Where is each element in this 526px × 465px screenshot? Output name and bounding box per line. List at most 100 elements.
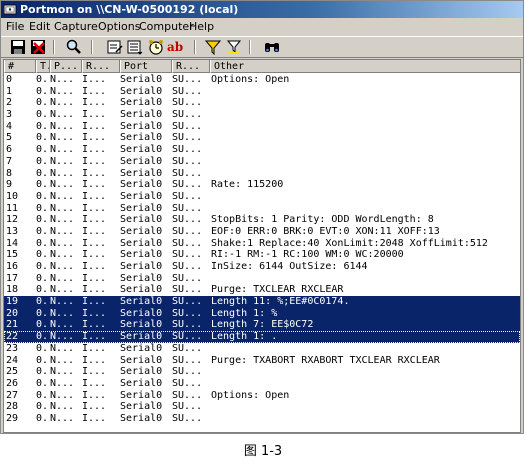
- capture-icon[interactable]: [107, 39, 123, 55]
- toolbar: ab: [1, 36, 523, 58]
- row-result: SU...: [172, 237, 203, 249]
- row-request: I...: [82, 155, 107, 167]
- table-row[interactable]: 1 0..N... I... Serial0 SU...: [4, 86, 520, 98]
- row-number: 27: [6, 389, 19, 401]
- table-row[interactable]: 12 0..N... I... Serial0 SU... StopBits: 1 Par…: [4, 214, 520, 226]
- autoscroll-icon[interactable]: [127, 39, 143, 55]
- table-row[interactable]: 9 0..N... I... Serial0 SU... Rate: 115200: [4, 179, 520, 191]
- table-row[interactable]: 8 0..N... I... Serial0 SU...: [4, 168, 520, 180]
- table-row[interactable]: 11 0..N... I... Serial0 SU...: [4, 203, 520, 215]
- ab-icon[interactable]: ab: [167, 39, 185, 55]
- capture-log-list[interactable]: # T. P... R... Port R... Other 00..N...I…: [3, 59, 521, 433]
- log-rows: 00..N...I...Serial0SU...Options: Open10.…: [4, 74, 520, 425]
- table-row[interactable]: 14 0..N... I... Serial0 SU... Shake:1 Replace…: [4, 238, 520, 250]
- column-header-request[interactable]: R...: [82, 60, 120, 73]
- menu-capture[interactable]: Capture: [53, 18, 99, 35]
- column-header-port[interactable]: Port: [120, 60, 172, 73]
- clear-log-icon[interactable]: [30, 39, 46, 55]
- row-other: InSize: 6144 OutSize: 6144: [211, 261, 368, 272]
- table-row[interactable]: 13 0..N... I... Serial0 SU... EOF:0 ERR:0 BRK…: [4, 226, 520, 238]
- row-time: 0..: [36, 237, 50, 249]
- row-number: 21: [6, 319, 19, 331]
- row-process: N...: [50, 261, 75, 272]
- row-number: 26: [6, 377, 19, 389]
- table-row[interactable]: 28 0..N... I... Serial0 SU...: [4, 401, 520, 413]
- row-result: SU...: [172, 261, 203, 272]
- table-row[interactable]: 21 0..N... I... Serial0 SU... Length 7: EE$0C…: [4, 319, 520, 332]
- row-result: SU...: [172, 85, 203, 97]
- table-row[interactable]: 27 0..N... I... Serial0 SU... Options: Open: [4, 390, 520, 402]
- row-number: 13: [6, 225, 19, 237]
- row-port: Serial0: [120, 155, 163, 167]
- column-header-other[interactable]: Other: [210, 60, 520, 73]
- column-header-number[interactable]: #: [4, 60, 36, 73]
- table-row[interactable]: 6 0..N... I... Serial0 SU...: [4, 144, 520, 156]
- binoculars-icon[interactable]: [264, 39, 280, 55]
- table-row[interactable]: 16 0..N... I... Serial0 SU... InSize: 6144 Ou…: [4, 261, 520, 273]
- row-result: SU...: [172, 249, 203, 261]
- table-row[interactable]: 7 0..N... I... Serial0 SU...: [4, 156, 520, 168]
- menu-file[interactable]: File: [5, 18, 25, 35]
- row-result: SU...: [172, 202, 203, 214]
- table-row[interactable]: 5 0..N... I... Serial0 SU...: [4, 132, 520, 144]
- menu-options[interactable]: Options: [97, 18, 141, 35]
- row-time: 0..: [36, 284, 50, 296]
- row-port: Serial0: [120, 401, 163, 413]
- table-row[interactable]: 18 0..N... I... Serial0 SU... Purge: TXCLEAR …: [4, 284, 520, 296]
- highlight-icon[interactable]: [226, 39, 242, 55]
- table-row[interactable]: 10 0..N... I... Serial0 SU...: [4, 191, 520, 203]
- table-row[interactable]: 24 0..N... I... Serial0 SU... Purge: TXABORT …: [4, 355, 520, 367]
- row-port: Serial0: [120, 202, 163, 214]
- row-time: 0..: [36, 377, 50, 389]
- table-row[interactable]: 26 0..N... I... Serial0 SU...: [4, 378, 520, 390]
- menu-help[interactable]: Help: [188, 18, 215, 35]
- column-header-process[interactable]: P...: [50, 60, 82, 73]
- row-request: I...: [82, 190, 107, 202]
- row-request: I...: [82, 284, 107, 296]
- table-row[interactable]: 29 0..N... I... Serial0 SU...: [4, 413, 520, 425]
- row-port: Serial0: [120, 307, 163, 319]
- table-row[interactable]: 2 0..N... I... Serial0 SU...: [4, 97, 520, 109]
- row-port: Serial0: [120, 412, 163, 424]
- row-port: Serial0: [120, 190, 163, 202]
- row-other: Purge: TXCLEAR RXCLEAR: [211, 284, 344, 296]
- column-header-time[interactable]: T.: [36, 60, 50, 73]
- clock-icon[interactable]: [148, 39, 164, 55]
- table-row[interactable]: 20 0..N... I... Serial0 SU... Length 1: %: [4, 307, 520, 320]
- row-time: 0..: [36, 190, 50, 202]
- table-row[interactable]: 23 0..N... I... Serial0 SU...: [4, 343, 520, 355]
- row-number: 8: [6, 167, 13, 179]
- menu-computer[interactable]: Computer: [138, 18, 195, 35]
- row-port: Serial0: [120, 225, 163, 237]
- row-port: Serial0: [120, 179, 163, 191]
- row-process: N...: [50, 284, 75, 296]
- row-number: 9: [6, 179, 13, 191]
- menu-edit[interactable]: Edit: [28, 18, 51, 35]
- row-number: 14: [6, 237, 19, 249]
- row-process: N...: [50, 319, 75, 331]
- row-number: 0: [6, 74, 13, 85]
- table-row[interactable]: 22 0..N... I... Serial0 SU... Length 1: .: [4, 331, 520, 343]
- find-icon[interactable]: [66, 39, 82, 55]
- table-row[interactable]: 15 0..N... I... Serial0 SU... RI:-1 RM:-1 RC:…: [4, 249, 520, 261]
- column-header-result[interactable]: R...: [172, 60, 210, 73]
- table-row[interactable]: 4 0..N... I... Serial0 SU...: [4, 121, 520, 133]
- row-process: N...: [50, 401, 75, 413]
- row-other: StopBits: 1 Parity: ODD WordLength: 8: [211, 214, 434, 226]
- save-icon[interactable]: [10, 39, 26, 55]
- row-request: I...: [82, 237, 107, 249]
- table-row[interactable]: 19 0..N... I... Serial0 SU... Length 11: %;EE…: [4, 296, 520, 308]
- row-process: N...: [50, 249, 75, 261]
- row-result: SU...: [172, 120, 203, 132]
- table-row[interactable]: 3 0..N... I... Serial0 SU...: [4, 109, 520, 121]
- row-port: Serial0: [120, 214, 163, 226]
- table-row[interactable]: 0 0..N... I... Serial0 SU... Options: Open: [4, 74, 520, 86]
- table-row[interactable]: 25 0..N... I... Serial0 SU...: [4, 366, 520, 378]
- row-result: SU...: [172, 144, 203, 156]
- title-bar[interactable]: Portmon on \\CN-W-0500192 (local): [1, 1, 523, 18]
- table-row[interactable]: 17 0..N... I... Serial0 SU...: [4, 273, 520, 285]
- row-result: SU...: [172, 377, 203, 389]
- row-time: 0..: [36, 97, 50, 109]
- row-request: I...: [82, 97, 107, 109]
- filter-icon[interactable]: [205, 39, 221, 55]
